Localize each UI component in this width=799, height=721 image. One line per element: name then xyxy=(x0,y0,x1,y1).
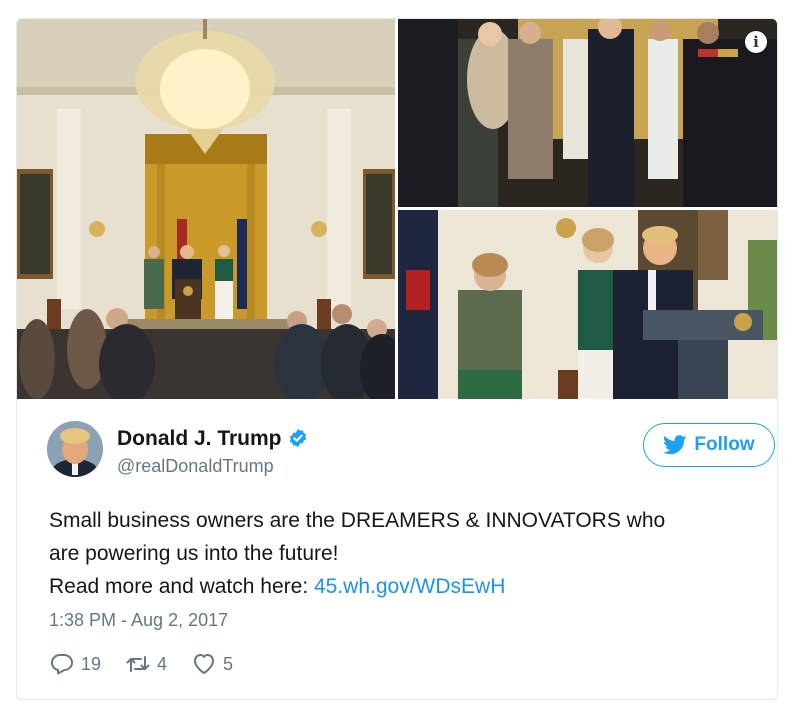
tweet-body: Small business owners are the DREAMERS &… xyxy=(49,504,759,603)
tweet-link-prefix: Read more and watch here: xyxy=(49,575,314,598)
retweet-count: 4 xyxy=(157,653,168,674)
follow-label: Follow xyxy=(694,434,755,455)
user-handle[interactable]: @realDonaldTrump xyxy=(117,456,274,477)
event-photo-podium[interactable] xyxy=(398,210,777,399)
event-photo-audience[interactable]: i xyxy=(398,19,777,207)
retweet-button[interactable]: 4 xyxy=(125,652,167,676)
tweet-actions: 19 4 5 xyxy=(49,651,257,677)
reply-count: 19 xyxy=(81,653,102,674)
display-name-text[interactable]: Donald J. Trump xyxy=(117,427,282,450)
tweet-link[interactable]: 45.wh.gov/WDsEwH xyxy=(314,575,505,598)
info-icon[interactable]: i xyxy=(745,31,767,53)
follow-button[interactable]: Follow xyxy=(643,423,775,467)
like-button[interactable]: 5 xyxy=(191,652,233,676)
display-name[interactable]: Donald J. Trump xyxy=(117,427,308,451)
heart-icon xyxy=(194,654,215,674)
twitter-bird-icon xyxy=(663,435,688,455)
reply-icon xyxy=(51,654,73,675)
tweet-author: Donald J. Trump @realDonaldTrump Follow xyxy=(47,419,775,479)
tweet-line-1: Small business owners are the DREAMERS &… xyxy=(49,509,666,532)
like-count: 5 xyxy=(223,653,234,674)
tweet-line-2: are powering us into the future! xyxy=(49,542,339,565)
avatar[interactable] xyxy=(47,421,103,477)
photo-grid[interactable]: i xyxy=(17,19,777,399)
event-photo-wide[interactable] xyxy=(17,19,395,399)
verified-badge-icon xyxy=(289,428,306,448)
reply-button[interactable]: 19 xyxy=(49,652,101,676)
tweet-card: i Donald J. Trump @realDonaldTrump Follo… xyxy=(16,18,778,700)
tweet-timestamp[interactable]: 1:38 PM - Aug 2, 2017 xyxy=(49,610,228,631)
tweet-line-3: Read more and watch here: 45.wh.gov/WDsE… xyxy=(49,570,759,603)
retweet-icon xyxy=(126,656,150,672)
